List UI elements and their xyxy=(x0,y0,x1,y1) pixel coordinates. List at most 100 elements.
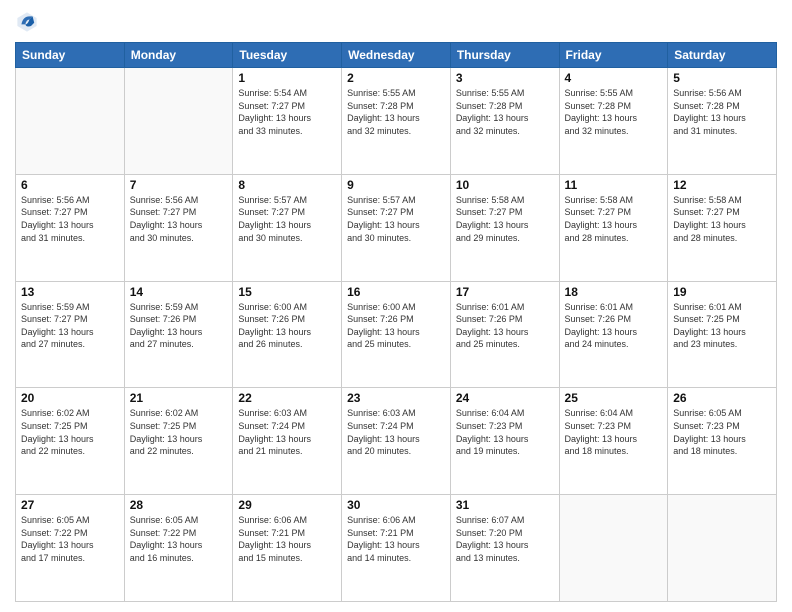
calendar-cell: 17 Sunrise: 6:01 AM Sunset: 7:26 PM Dayli… xyxy=(450,281,559,388)
day-number: 25 xyxy=(565,391,663,405)
week-row-4: 27 Sunrise: 6:05 AM Sunset: 7:22 PM Dayli… xyxy=(16,495,777,602)
day-number: 16 xyxy=(347,285,445,299)
day-number: 23 xyxy=(347,391,445,405)
calendar-cell: 24 Sunrise: 6:04 AM Sunset: 7:23 PM Dayli… xyxy=(450,388,559,495)
calendar-cell: 13 Sunrise: 5:59 AM Sunset: 7:27 PM Dayli… xyxy=(16,281,125,388)
day-number: 24 xyxy=(456,391,554,405)
day-number: 8 xyxy=(238,178,336,192)
weekday-header-sunday: Sunday xyxy=(16,43,125,68)
calendar-cell: 28Sunrise: 6:05 AM Sunset: 7:22 PM Dayli… xyxy=(124,495,233,602)
day-number: 2 xyxy=(347,71,445,85)
day-info: Sunrise: 5:56 AM Sunset: 7:27 PM Dayligh… xyxy=(130,194,228,244)
day-info: Sunrise: 5:58 AM Sunset: 7:27 PM Dayligh… xyxy=(673,194,771,244)
calendar-cell: 19 Sunrise: 6:01 AM Sunset: 7:25 PM Dayli… xyxy=(668,281,777,388)
calendar-cell: 14 Sunrise: 5:59 AM Sunset: 7:26 PM Dayli… xyxy=(124,281,233,388)
day-number: 20 xyxy=(21,391,119,405)
day-info: Sunrise: 6:06 AM Sunset: 7:21 PM Dayligh… xyxy=(347,514,445,564)
day-number: 27 xyxy=(21,498,119,512)
weekday-header-friday: Friday xyxy=(559,43,668,68)
day-info: Sunrise: 6:04 AM Sunset: 7:23 PM Dayligh… xyxy=(565,407,663,457)
day-number: 29 xyxy=(238,498,336,512)
calendar-cell: 29Sunrise: 6:06 AM Sunset: 7:21 PM Dayli… xyxy=(233,495,342,602)
weekday-header-thursday: Thursday xyxy=(450,43,559,68)
calendar: SundayMondayTuesdayWednesdayThursdayFrid… xyxy=(15,42,777,602)
calendar-cell: 11 Sunrise: 5:58 AM Sunset: 7:27 PM Dayli… xyxy=(559,174,668,281)
day-info: Sunrise: 6:05 AM Sunset: 7:22 PM Dayligh… xyxy=(130,514,228,564)
day-info: Sunrise: 6:03 AM Sunset: 7:24 PM Dayligh… xyxy=(347,407,445,457)
day-info: Sunrise: 5:59 AM Sunset: 7:26 PM Dayligh… xyxy=(130,301,228,351)
calendar-cell: 20 Sunrise: 6:02 AM Sunset: 7:25 PM Dayli… xyxy=(16,388,125,495)
day-info: Sunrise: 5:55 AM Sunset: 7:28 PM Dayligh… xyxy=(456,87,554,137)
calendar-cell: 21 Sunrise: 6:02 AM Sunset: 7:25 PM Dayli… xyxy=(124,388,233,495)
calendar-cell: 16 Sunrise: 6:00 AM Sunset: 7:26 PM Dayli… xyxy=(342,281,451,388)
day-number: 18 xyxy=(565,285,663,299)
calendar-cell xyxy=(668,495,777,602)
calendar-cell: 8 Sunrise: 5:57 AM Sunset: 7:27 PM Daylig… xyxy=(233,174,342,281)
day-number: 31 xyxy=(456,498,554,512)
day-info: Sunrise: 6:00 AM Sunset: 7:26 PM Dayligh… xyxy=(238,301,336,351)
day-number: 9 xyxy=(347,178,445,192)
weekday-header-monday: Monday xyxy=(124,43,233,68)
day-number: 6 xyxy=(21,178,119,192)
day-info: Sunrise: 5:55 AM Sunset: 7:28 PM Dayligh… xyxy=(347,87,445,137)
day-number: 19 xyxy=(673,285,771,299)
week-row-2: 13 Sunrise: 5:59 AM Sunset: 7:27 PM Dayli… xyxy=(16,281,777,388)
day-info: Sunrise: 6:01 AM Sunset: 7:25 PM Dayligh… xyxy=(673,301,771,351)
day-number: 14 xyxy=(130,285,228,299)
day-info: Sunrise: 6:05 AM Sunset: 7:22 PM Dayligh… xyxy=(21,514,119,564)
weekday-header-tuesday: Tuesday xyxy=(233,43,342,68)
day-info: Sunrise: 6:00 AM Sunset: 7:26 PM Dayligh… xyxy=(347,301,445,351)
weekday-header-saturday: Saturday xyxy=(668,43,777,68)
calendar-cell: 6Sunrise: 5:56 AM Sunset: 7:27 PM Daylig… xyxy=(16,174,125,281)
page: SundayMondayTuesdayWednesdayThursdayFrid… xyxy=(0,0,792,612)
day-number: 15 xyxy=(238,285,336,299)
calendar-cell: 10Sunrise: 5:58 AM Sunset: 7:27 PM Dayli… xyxy=(450,174,559,281)
calendar-cell: 5 Sunrise: 5:56 AM Sunset: 7:28 PM Daylig… xyxy=(668,68,777,175)
day-info: Sunrise: 5:54 AM Sunset: 7:27 PM Dayligh… xyxy=(238,87,336,137)
day-info: Sunrise: 5:57 AM Sunset: 7:27 PM Dayligh… xyxy=(347,194,445,244)
day-info: Sunrise: 5:59 AM Sunset: 7:27 PM Dayligh… xyxy=(21,301,119,351)
calendar-cell: 1 Sunrise: 5:54 AM Sunset: 7:27 PM Daylig… xyxy=(233,68,342,175)
day-info: Sunrise: 5:57 AM Sunset: 7:27 PM Dayligh… xyxy=(238,194,336,244)
day-info: Sunrise: 5:58 AM Sunset: 7:27 PM Dayligh… xyxy=(456,194,554,244)
day-number: 1 xyxy=(238,71,336,85)
calendar-cell: 30 Sunrise: 6:06 AM Sunset: 7:21 PM Dayli… xyxy=(342,495,451,602)
day-number: 13 xyxy=(21,285,119,299)
calendar-cell: 7 Sunrise: 5:56 AM Sunset: 7:27 PM Daylig… xyxy=(124,174,233,281)
calendar-cell xyxy=(124,68,233,175)
day-number: 30 xyxy=(347,498,445,512)
calendar-cell: 15 Sunrise: 6:00 AM Sunset: 7:26 PM Dayli… xyxy=(233,281,342,388)
day-number: 7 xyxy=(130,178,228,192)
header xyxy=(15,10,777,34)
weekday-header-row: SundayMondayTuesdayWednesdayThursdayFrid… xyxy=(16,43,777,68)
calendar-cell: 27 Sunrise: 6:05 AM Sunset: 7:22 PM Dayli… xyxy=(16,495,125,602)
week-row-3: 20 Sunrise: 6:02 AM Sunset: 7:25 PM Dayli… xyxy=(16,388,777,495)
day-number: 17 xyxy=(456,285,554,299)
day-info: Sunrise: 6:02 AM Sunset: 7:25 PM Dayligh… xyxy=(21,407,119,457)
day-number: 21 xyxy=(130,391,228,405)
calendar-cell: 31 Sunrise: 6:07 AM Sunset: 7:20 PM Dayli… xyxy=(450,495,559,602)
week-row-0: 1 Sunrise: 5:54 AM Sunset: 7:27 PM Daylig… xyxy=(16,68,777,175)
day-info: Sunrise: 6:04 AM Sunset: 7:23 PM Dayligh… xyxy=(456,407,554,457)
calendar-cell: 25 Sunrise: 6:04 AM Sunset: 7:23 PM Dayli… xyxy=(559,388,668,495)
weekday-header-wednesday: Wednesday xyxy=(342,43,451,68)
calendar-cell: 22 Sunrise: 6:03 AM Sunset: 7:24 PM Dayli… xyxy=(233,388,342,495)
day-info: Sunrise: 5:58 AM Sunset: 7:27 PM Dayligh… xyxy=(565,194,663,244)
calendar-cell: 12 Sunrise: 5:58 AM Sunset: 7:27 PM Dayli… xyxy=(668,174,777,281)
calendar-cell: 9 Sunrise: 5:57 AM Sunset: 7:27 PM Daylig… xyxy=(342,174,451,281)
day-number: 12 xyxy=(673,178,771,192)
day-info: Sunrise: 6:02 AM Sunset: 7:25 PM Dayligh… xyxy=(130,407,228,457)
day-number: 4 xyxy=(565,71,663,85)
day-number: 5 xyxy=(673,71,771,85)
day-info: Sunrise: 5:55 AM Sunset: 7:28 PM Dayligh… xyxy=(565,87,663,137)
day-number: 22 xyxy=(238,391,336,405)
day-info: Sunrise: 5:56 AM Sunset: 7:28 PM Dayligh… xyxy=(673,87,771,137)
day-number: 3 xyxy=(456,71,554,85)
day-info: Sunrise: 6:03 AM Sunset: 7:24 PM Dayligh… xyxy=(238,407,336,457)
day-info: Sunrise: 6:07 AM Sunset: 7:20 PM Dayligh… xyxy=(456,514,554,564)
calendar-cell: 18Sunrise: 6:01 AM Sunset: 7:26 PM Dayli… xyxy=(559,281,668,388)
day-info: Sunrise: 6:01 AM Sunset: 7:26 PM Dayligh… xyxy=(456,301,554,351)
logo xyxy=(15,10,43,34)
calendar-cell: 3 Sunrise: 5:55 AM Sunset: 7:28 PM Daylig… xyxy=(450,68,559,175)
day-number: 11 xyxy=(565,178,663,192)
